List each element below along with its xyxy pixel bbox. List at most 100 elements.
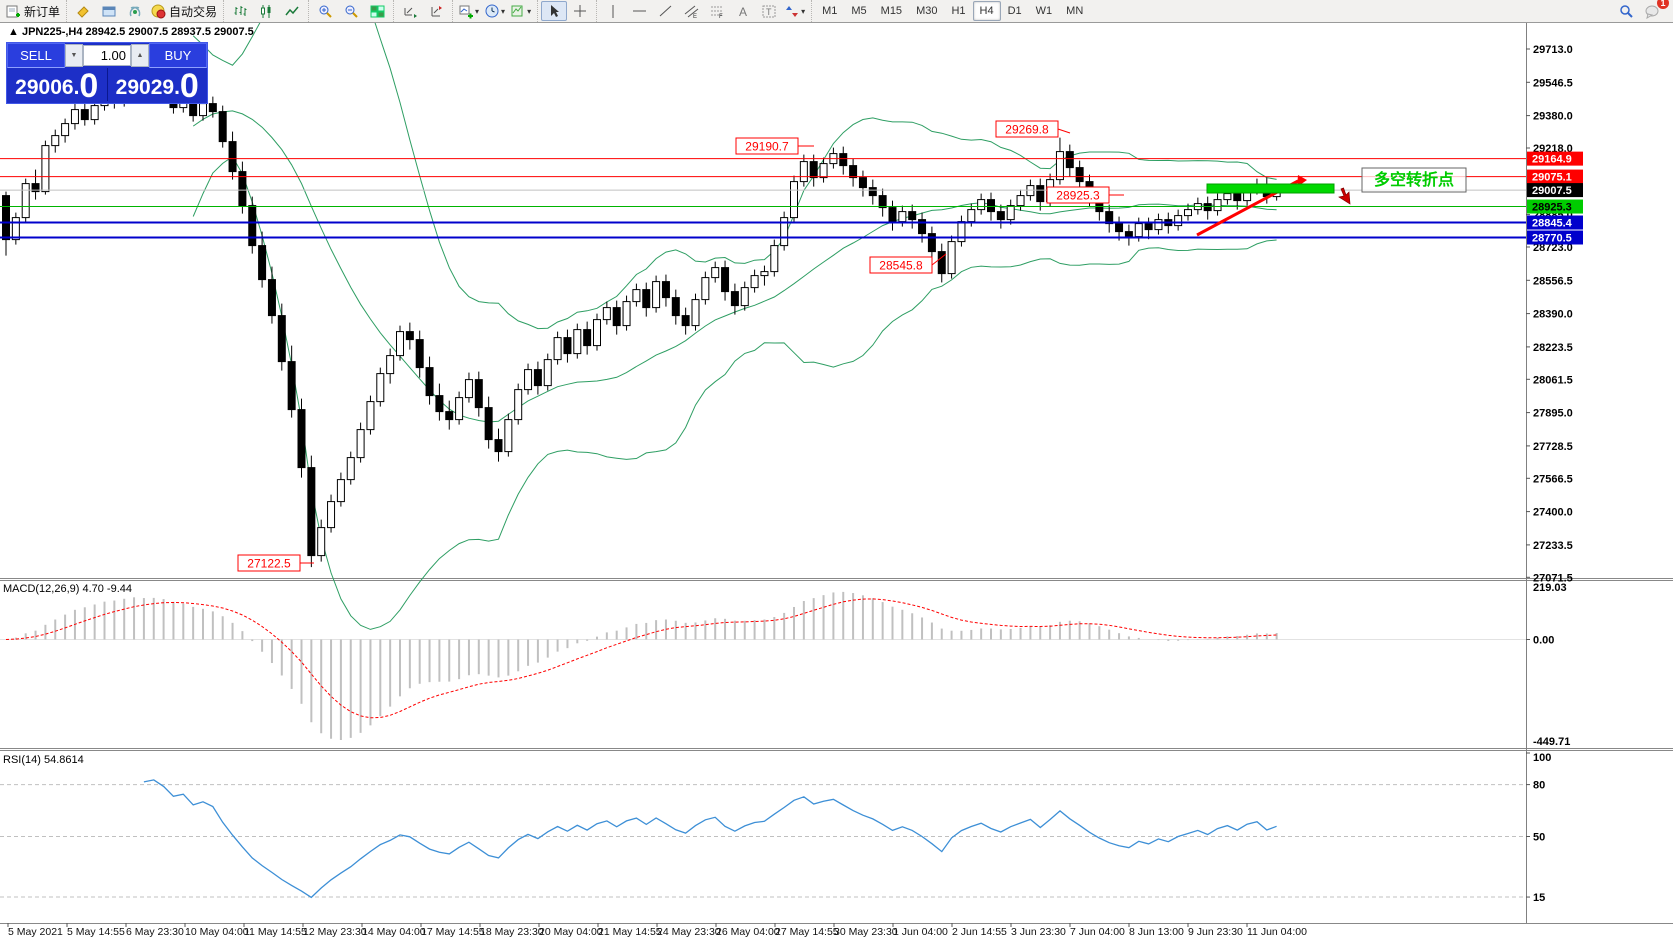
svg-text:20 May 04:00: 20 May 04:00 bbox=[539, 926, 603, 938]
hline-icon bbox=[632, 4, 647, 19]
sell-price[interactable]: 29006.0 bbox=[7, 68, 108, 101]
candle bbox=[869, 188, 876, 196]
tf-m15[interactable]: M15 bbox=[874, 1, 909, 21]
bar-chart-button[interactable] bbox=[227, 1, 253, 21]
svg-text:21 May 14:55: 21 May 14:55 bbox=[598, 926, 662, 938]
channel-tool[interactable]: E bbox=[678, 1, 704, 21]
tf-mn[interactable]: MN bbox=[1059, 1, 1090, 21]
arrows-dropdown-icon: ▾ bbox=[801, 7, 805, 16]
svg-text:24 May 23:30: 24 May 23:30 bbox=[657, 926, 721, 938]
trendline-tool[interactable] bbox=[652, 1, 678, 21]
candle bbox=[1234, 194, 1241, 201]
main-toolbar: 新订单 自动交易 bbox=[0, 0, 1673, 23]
line-chart-button[interactable] bbox=[279, 1, 305, 21]
time-axis: 5 May 20215 May 14:556 May 23:3010 May 0… bbox=[8, 923, 1307, 938]
svg-text:3 Jun 23:30: 3 Jun 23:30 bbox=[1011, 926, 1066, 938]
clock-icon bbox=[485, 4, 500, 19]
candle bbox=[534, 370, 541, 386]
buy-price[interactable]: 29029.0 bbox=[108, 68, 208, 101]
svg-text:1 Jun 04:00: 1 Jun 04:00 bbox=[893, 926, 948, 938]
cursor-tool-button[interactable] bbox=[541, 1, 567, 21]
tf-h1[interactable]: H1 bbox=[944, 1, 972, 21]
svg-text:28925.3: 28925.3 bbox=[1532, 202, 1572, 214]
svg-text:29269.8: 29269.8 bbox=[1005, 123, 1049, 137]
svg-text:A: A bbox=[739, 5, 747, 19]
templates-button[interactable]: ▾ bbox=[508, 1, 534, 21]
candle bbox=[928, 234, 935, 252]
volume-control: ▼ 1.00 ▲ bbox=[65, 43, 149, 68]
vertical-line-tool[interactable] bbox=[600, 1, 626, 21]
chart-shift-button[interactable] bbox=[423, 1, 449, 21]
vline-icon bbox=[606, 4, 621, 19]
chart-surface[interactable]: 29713.029546.529380.029218.028885.028723… bbox=[0, 0, 1673, 942]
arrows-tool[interactable]: ▾ bbox=[782, 1, 808, 21]
zoom-in-button[interactable] bbox=[312, 1, 338, 21]
new-chart-button[interactable]: ▾ bbox=[456, 1, 482, 21]
tf-d1[interactable]: D1 bbox=[1001, 1, 1029, 21]
search-button[interactable] bbox=[1613, 1, 1639, 21]
candle bbox=[357, 430, 364, 458]
svg-text:2 Jun 14:55: 2 Jun 14:55 bbox=[952, 926, 1007, 938]
candle bbox=[525, 370, 532, 390]
text-label-tool[interactable]: T bbox=[756, 1, 782, 21]
collapse-marker-icon[interactable]: ▲ bbox=[8, 26, 19, 38]
candle bbox=[1066, 152, 1073, 168]
candle bbox=[722, 268, 729, 292]
candle bbox=[22, 184, 29, 218]
terminal-button[interactable] bbox=[96, 1, 122, 21]
price-chart[interactable]: 29713.029546.529380.029218.028885.028723… bbox=[0, 0, 1673, 942]
tile-windows-button[interactable] bbox=[364, 1, 390, 21]
autotrading-button[interactable]: 自动交易 bbox=[148, 1, 220, 21]
volume-increase-button[interactable]: ▲ bbox=[131, 44, 149, 67]
fibonacci-tool[interactable]: F bbox=[704, 1, 730, 21]
zoom-out-button[interactable] bbox=[338, 1, 364, 21]
tf-m1[interactable]: M1 bbox=[815, 1, 844, 21]
candle bbox=[1145, 224, 1152, 230]
line-chart-icon bbox=[285, 4, 300, 19]
volume-input[interactable]: 1.00 bbox=[83, 45, 131, 66]
svg-text:0.00: 0.00 bbox=[1533, 635, 1554, 647]
candle bbox=[465, 380, 472, 398]
candle bbox=[791, 182, 798, 218]
text-icon: A bbox=[736, 4, 751, 19]
svg-text:26 May 04:00: 26 May 04:00 bbox=[716, 926, 780, 938]
candle bbox=[1224, 194, 1231, 200]
svg-text:30 May 23:30: 30 May 23:30 bbox=[834, 926, 898, 938]
zoom-in-icon bbox=[318, 4, 333, 19]
svg-text:28925.3: 28925.3 bbox=[1056, 189, 1100, 203]
volume-decrease-button[interactable]: ▼ bbox=[65, 44, 83, 67]
period-button[interactable]: ▾ bbox=[482, 1, 508, 21]
tf-m30[interactable]: M30 bbox=[909, 1, 944, 21]
candle bbox=[850, 166, 857, 178]
candle bbox=[515, 390, 522, 420]
templates-icon bbox=[511, 4, 526, 19]
candle bbox=[337, 480, 344, 502]
tf-m5[interactable]: M5 bbox=[844, 1, 873, 21]
sell-button[interactable]: SELL bbox=[7, 43, 65, 68]
horizontal-line-tool[interactable] bbox=[626, 1, 652, 21]
candle bbox=[771, 246, 778, 272]
candle bbox=[318, 528, 325, 556]
crosshair-tool-button[interactable] bbox=[567, 1, 593, 21]
candlestick-chart-icon bbox=[259, 4, 274, 19]
svg-text:14 May 04:00: 14 May 04:00 bbox=[362, 926, 426, 938]
text-tool[interactable]: A bbox=[730, 1, 756, 21]
candle bbox=[968, 210, 975, 222]
tf-w1[interactable]: W1 bbox=[1029, 1, 1060, 21]
auto-scroll-button[interactable] bbox=[397, 1, 423, 21]
metaeditor-button[interactable] bbox=[70, 1, 96, 21]
candle bbox=[12, 218, 19, 240]
candle bbox=[1175, 216, 1182, 226]
buy-button[interactable]: BUY bbox=[149, 43, 207, 68]
new-order-button[interactable]: 新订单 bbox=[3, 1, 63, 21]
candle bbox=[564, 338, 571, 354]
tf-h4[interactable]: H4 bbox=[973, 1, 1001, 21]
notifications-button[interactable]: 1 bbox=[1639, 1, 1665, 21]
candle bbox=[584, 330, 591, 346]
svg-text:-449.71: -449.71 bbox=[1533, 736, 1570, 748]
svg-text:5 May 14:55: 5 May 14:55 bbox=[67, 926, 125, 938]
candlestick-chart-button[interactable] bbox=[253, 1, 279, 21]
signals-button[interactable] bbox=[122, 1, 148, 21]
candle bbox=[633, 290, 640, 302]
svg-text:29190.7: 29190.7 bbox=[745, 140, 789, 154]
